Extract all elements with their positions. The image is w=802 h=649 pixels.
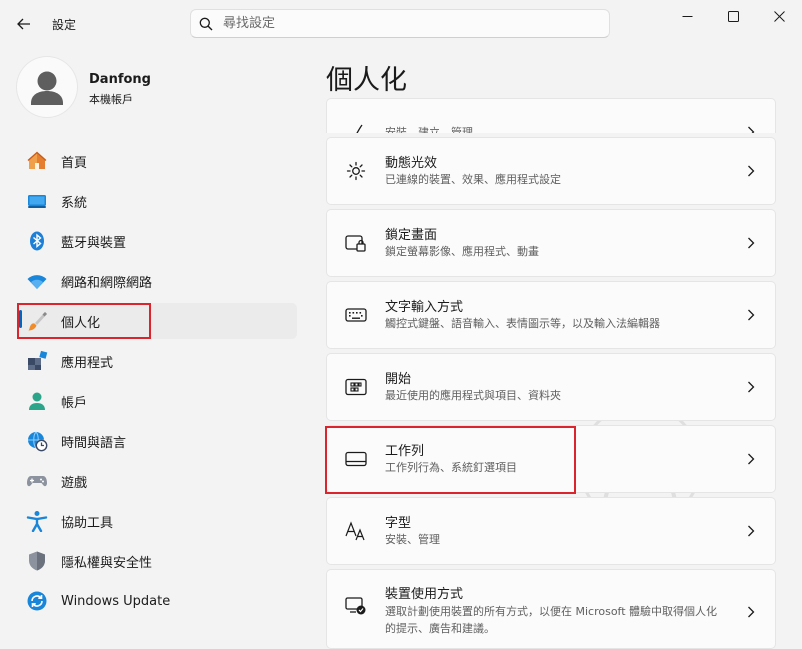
sidebar-item-label: 個人化 [61, 315, 101, 331]
card-fonts[interactable]: 字型 安裝、管理 [326, 497, 776, 565]
avatar[interactable] [17, 57, 77, 117]
sidebar-item-accounts[interactable]: 帳戶 [17, 383, 297, 419]
brush-icon [28, 312, 47, 331]
sidebar-item-label: 遊戲 [61, 475, 88, 491]
card-device-usage[interactable]: 裝置使用方式選取計劃使用裝置的所有方式，以便在 Microsoft 體驗中取得個… [326, 569, 776, 649]
apps-icon [28, 350, 48, 370]
sidebar-item-windows-update[interactable]: Windows Update [17, 583, 297, 619]
card-title: 字型 [385, 516, 412, 531]
card-subtitle: 工作列行為、系統釘選項目 [385, 461, 517, 474]
update-icon [27, 591, 47, 611]
minimize-button[interactable] [664, 0, 710, 32]
home-icon [27, 151, 47, 169]
sidebar-item-label: 網路和網際網路 [61, 275, 153, 291]
chevron-right-icon [748, 525, 755, 537]
account-type: 本機帳戶 [89, 93, 133, 106]
time-language-icon [28, 431, 48, 452]
user-name: Danfong [89, 72, 151, 87]
page-title: 個人化 [326, 65, 407, 96]
card-taskbar[interactable]: 工作列工作列行為、系統釘選項目 [326, 425, 776, 493]
card-subtitle: 鎖定螢幕影像、應用程式、動畫 [385, 245, 539, 258]
chevron-right-icon [748, 381, 755, 393]
sidebar-item-privacy[interactable]: 隱私權與安全性 [17, 543, 297, 579]
sidebar-item-label: Windows Update [61, 593, 171, 609]
card-subtitle: 安裝、管理 [385, 533, 440, 546]
sidebar-item-label: 系統 [61, 195, 88, 211]
sidebar-item-personalization[interactable]: 個人化 [17, 303, 297, 339]
search-box[interactable] [190, 9, 610, 38]
card-title: 文字輸入方式 [385, 300, 464, 315]
dynamic-lighting-icon [346, 161, 366, 181]
chevron-right-icon [748, 165, 755, 177]
app-title: 設定 [52, 18, 77, 32]
bluetooth-icon [30, 231, 44, 251]
lock-screen-icon [345, 235, 366, 252]
sidebar-item-label: 時間與語言 [61, 435, 127, 451]
keyboard-icon [345, 308, 367, 322]
wifi-icon [27, 275, 47, 289]
user-silhouette-icon [31, 71, 63, 105]
fonts-icon [345, 521, 365, 541]
minimize-icon [682, 15, 692, 17]
sidebar-item-home[interactable]: 首頁 [17, 143, 297, 179]
sidebar-item-accessibility[interactable]: 協助工具 [17, 503, 297, 539]
card-start[interactable]: 開始最近使用的應用程式與項目、資料夾 [326, 353, 776, 421]
selection-indicator [19, 310, 22, 328]
sidebar-item-label: 隱私權與安全性 [61, 555, 153, 571]
card-title: 鎖定畫面 [385, 228, 438, 243]
sidebar-item-label: 協助工具 [61, 515, 114, 531]
card-subtitle: 安裝、建立，管理 [385, 125, 473, 134]
card-title: 工作列 [385, 444, 425, 459]
partial-card[interactable]: 安裝、建立，管理 [326, 98, 776, 133]
sidebar-item-label: 首頁 [61, 155, 88, 171]
chevron-right-icon [748, 453, 755, 465]
back-button[interactable] [10, 12, 38, 36]
chevron-right-icon [748, 606, 755, 618]
start-icon [345, 378, 367, 396]
maximize-icon [727, 10, 739, 22]
taskbar-icon [345, 451, 367, 467]
card-lock-screen[interactable]: 鎖定畫面鎖定螢幕影像、應用程式、動畫 [326, 209, 776, 277]
sidebar-item-system[interactable]: 系統 [17, 183, 297, 219]
sidebar-item-gaming[interactable]: 遊戲 [17, 463, 297, 499]
themes-icon [356, 124, 363, 133]
card-subtitle: 最近使用的應用程式與項目、資料夾 [385, 389, 561, 402]
sidebar-item-bluetooth[interactable]: 藍牙與裝置 [17, 223, 297, 259]
shield-icon [29, 551, 45, 571]
sidebar-item-time-language[interactable]: 時間與語言 [17, 423, 297, 459]
chevron-right-icon [748, 237, 755, 249]
partial-card-clip: 安裝、建立，管理 [326, 98, 776, 133]
back-arrow-icon [17, 18, 30, 30]
accessibility-icon [26, 511, 48, 532]
sidebar-item-network[interactable]: 網路和網際網路 [17, 263, 297, 299]
sidebar-item-apps[interactable]: 應用程式 [17, 343, 297, 379]
system-icon [28, 195, 46, 208]
maximize-button[interactable] [710, 0, 756, 32]
search-input[interactable] [221, 15, 609, 32]
card-subtitle: 觸控式鍵盤、語音輸入、表情圖示等，以及輸入法編輯器 [385, 317, 660, 330]
sidebar-item-label: 應用程式 [61, 355, 114, 371]
card-subtitle: 選取計劃使用裝置的所有方式，以便在 Microsoft 體驗中取得個人化的提示、… [385, 605, 718, 635]
chevron-right-icon [748, 126, 755, 133]
sidebar-item-label: 藍牙與裝置 [61, 235, 127, 251]
account-icon [29, 392, 45, 410]
close-icon [773, 10, 785, 22]
card-title: 動態光效 [385, 156, 438, 171]
card-title: 裝置使用方式 [385, 587, 464, 602]
card-subtitle: 已連線的裝置、效果、應用程式設定 [385, 173, 561, 186]
close-button[interactable] [756, 0, 802, 32]
sidebar-item-label: 帳戶 [61, 395, 88, 411]
chevron-right-icon [748, 309, 755, 321]
card-text-input[interactable]: 文字輸入方式觸控式鍵盤、語音輸入、表情圖示等，以及輸入法編輯器 [326, 281, 776, 349]
card-title: 開始 [385, 372, 412, 387]
device-usage-icon [345, 597, 366, 615]
gamepad-icon [27, 476, 47, 487]
card-dynamic-lighting[interactable]: 動態光效已連線的裝置、效果、應用程式設定 [326, 137, 776, 205]
search-icon [199, 17, 213, 30]
